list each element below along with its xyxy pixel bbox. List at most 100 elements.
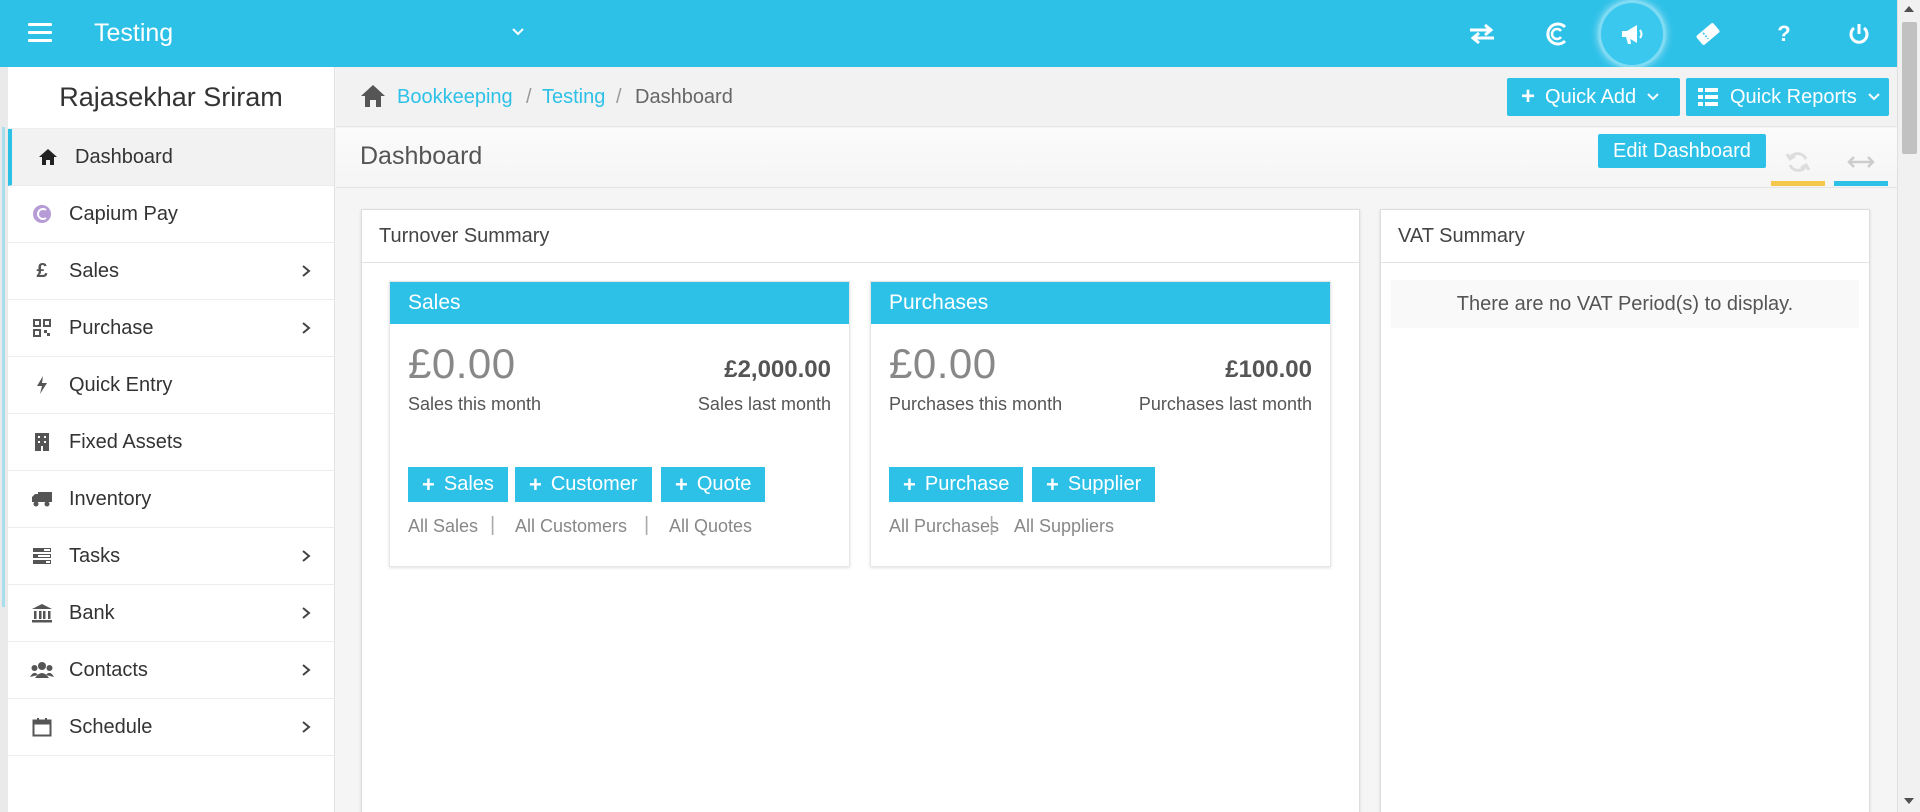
bolt-icon: [30, 373, 54, 397]
all-quotes-link[interactable]: All Quotes: [669, 516, 752, 537]
all-suppliers-link[interactable]: All Suppliers: [1014, 516, 1114, 537]
sidebar-item-tasks[interactable]: Tasks: [8, 528, 334, 585]
sidebar-item-label: Quick Entry: [69, 373, 173, 396]
page-scrollbar[interactable]: [1897, 0, 1920, 812]
chevron-down-icon: [1647, 93, 1659, 101]
qrcode-icon: [30, 316, 54, 340]
edit-dashboard-button[interactable]: Edit Dashboard: [1598, 134, 1766, 168]
home-icon[interactable]: [360, 84, 386, 108]
refresh-icon[interactable]: [1771, 141, 1825, 186]
capium-pay-icon: [30, 202, 54, 226]
page-title: Dashboard: [360, 142, 483, 170]
sidebar-item-bank[interactable]: Bank: [8, 585, 334, 642]
calendar-icon: [30, 715, 54, 739]
vat-summary-panel: VAT Summary There are no VAT Period(s) t…: [1380, 209, 1870, 812]
sidebar-item-sales[interactable]: £ Sales: [8, 243, 334, 300]
breadcrumb-current: Dashboard: [635, 86, 733, 108]
add-supplier-button[interactable]: + Supplier: [1032, 467, 1156, 502]
breadcrumb-bookkeeping[interactable]: Bookkeeping: [397, 86, 513, 109]
purchases-last-month-amount: £100.00: [1225, 356, 1312, 383]
sidebar-edge: [0, 67, 8, 812]
sidebar-item-schedule[interactable]: Schedule: [8, 699, 334, 756]
sidebar-item-quick-entry[interactable]: Quick Entry: [8, 357, 334, 414]
sales-this-month-label: Sales this month: [408, 394, 542, 414]
all-purchases-link[interactable]: All Purchases: [889, 516, 999, 537]
button-label: Purchase: [924, 473, 1010, 495]
sidebar-item-label: Schedule: [69, 715, 153, 738]
plus-icon: +: [1521, 83, 1536, 110]
chevron-down-icon[interactable]: [510, 24, 526, 40]
sidebar-item-label: Fixed Assets: [69, 430, 183, 453]
plus-icon: +: [675, 471, 688, 497]
sidebar-item-label: Capium Pay: [69, 202, 178, 225]
sidebar-item-contacts[interactable]: Contacts: [8, 642, 334, 699]
sidebar: Rajasekhar Sriram Dashboard Capium Pay £…: [8, 67, 335, 812]
table-icon: [1698, 88, 1718, 106]
purchases-last-month-label: Purchases last month: [1138, 394, 1312, 414]
sidebar-item-purchase[interactable]: Purchase: [8, 300, 334, 357]
scroll-thumb[interactable]: [1902, 22, 1917, 154]
sidebar-item-label: Dashboard: [75, 145, 173, 168]
plus-icon: +: [422, 471, 435, 497]
add-purchase-button[interactable]: + Purchase: [889, 467, 1024, 502]
button-label: Quote: [696, 473, 752, 495]
sidebar-item-label: Bank: [69, 601, 115, 624]
all-customers-link[interactable]: All Customers: [515, 516, 627, 537]
vat-summary-title: VAT Summary: [1381, 210, 1869, 263]
help-icon[interactable]: ?: [1764, 14, 1804, 54]
sidebar-item-inventory[interactable]: Inventory: [8, 471, 334, 528]
all-sales-link[interactable]: All Sales: [408, 516, 478, 537]
chevron-right-icon: [302, 607, 311, 619]
plus-icon: +: [903, 471, 916, 497]
sales-card: Sales £0.00 Sales this month £2,000.00 S…: [389, 281, 850, 567]
expand-horizontal-icon[interactable]: [1834, 141, 1888, 186]
quick-reports-label: Quick Reports: [1730, 85, 1857, 108]
link-separator: |: [644, 514, 650, 536]
button-label: Customer: [550, 473, 638, 495]
capium-logo-icon[interactable]: [1537, 14, 1577, 54]
top-bar: Testing ?: [0, 0, 1897, 68]
megaphone-icon[interactable]: [1598, 0, 1666, 68]
add-customer-button[interactable]: + Customer: [515, 467, 652, 502]
chevron-right-icon: [302, 721, 311, 733]
chevron-right-icon: [302, 322, 311, 334]
link-separator: |: [989, 514, 995, 536]
breadcrumb-separator: /: [526, 86, 532, 108]
chevron-right-icon: [302, 664, 311, 676]
quick-reports-button[interactable]: Quick Reports: [1686, 78, 1889, 116]
link-separator: |: [490, 514, 496, 536]
breadcrumb-testing[interactable]: Testing: [542, 86, 605, 109]
add-quote-button[interactable]: + Quote: [661, 467, 766, 502]
breadcrumb: Bookkeeping / Testing / Dashboard + Quic…: [336, 67, 1897, 127]
scroll-down-arrow[interactable]: [1904, 798, 1914, 804]
quick-add-button[interactable]: + Quick Add: [1507, 78, 1680, 116]
sidebar-item-fixed-assets[interactable]: Fixed Assets: [8, 414, 334, 471]
plus-icon: +: [529, 471, 542, 497]
quick-add-label: Quick Add: [1545, 85, 1637, 108]
purchases-card: Purchases £0.00 Purchases this month £10…: [870, 281, 1331, 567]
bank-icon: [30, 601, 54, 625]
sales-last-month-label: Sales last month: [697, 394, 831, 414]
app-title: Testing: [94, 19, 174, 47]
sidebar-item-label: Tasks: [69, 544, 121, 567]
home-icon: [36, 145, 60, 169]
ticket-icon[interactable]: [1688, 14, 1728, 54]
power-icon[interactable]: [1839, 14, 1879, 54]
users-icon: [30, 658, 54, 682]
sidebar-item-capium-pay[interactable]: Capium Pay: [8, 186, 334, 243]
sidebar-item-dashboard[interactable]: Dashboard: [8, 129, 334, 186]
chevron-right-icon: [302, 550, 311, 562]
switch-arrows-icon[interactable]: [1462, 14, 1502, 54]
sidebar-item-label: Sales: [69, 259, 120, 282]
sales-card-header: Sales: [390, 282, 849, 324]
purchases-this-month-label: Purchases this month: [889, 394, 1063, 414]
sidebar-item-label: Inventory: [69, 487, 152, 510]
menu-icon[interactable]: [28, 23, 52, 42]
add-sales-button[interactable]: + Sales: [408, 467, 508, 502]
sales-last-month-amount: £2,000.00: [724, 356, 831, 383]
breadcrumb-separator: /: [616, 86, 622, 108]
turnover-summary-title: Turnover Summary: [362, 210, 1359, 263]
chevron-right-icon: [302, 265, 311, 277]
scroll-up-arrow[interactable]: [1904, 6, 1914, 12]
button-label: Supplier: [1067, 473, 1142, 495]
